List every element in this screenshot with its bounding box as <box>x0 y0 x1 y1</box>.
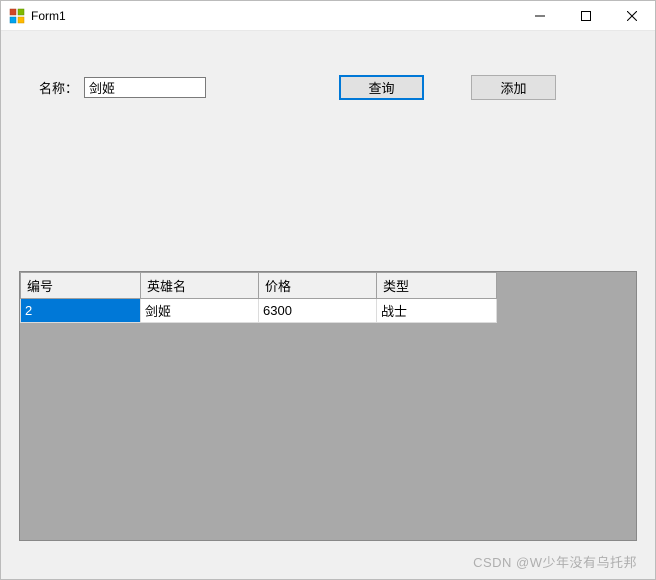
close-button[interactable] <box>609 1 655 31</box>
header-row: 编号 英雄名 价格 类型 <box>21 273 497 299</box>
table-row[interactable]: 2 剑姬 6300 战士 <box>21 299 497 323</box>
cell-price[interactable]: 6300 <box>259 299 377 323</box>
maximize-button[interactable] <box>563 1 609 31</box>
cell-name[interactable]: 剑姬 <box>141 299 259 323</box>
column-header-id[interactable]: 编号 <box>21 273 141 299</box>
add-button[interactable]: 添加 <box>471 75 556 100</box>
column-header-price[interactable]: 价格 <box>259 273 377 299</box>
name-input[interactable] <box>84 77 206 98</box>
window-title: Form1 <box>31 9 517 23</box>
data-grid[interactable]: 编号 英雄名 价格 类型 2 剑姬 6300 战士 <box>19 271 637 541</box>
minimize-button[interactable] <box>517 1 563 31</box>
cell-id[interactable]: 2 <box>21 299 141 323</box>
name-label: 名称： <box>39 78 78 97</box>
client-area: 名称： 查询 添加 编号 英雄名 价格 类型 2 剑姬 <box>1 31 655 579</box>
column-header-name[interactable]: 英雄名 <box>141 273 259 299</box>
watermark: CSDN @W少年没有乌托邦 <box>473 552 637 571</box>
window-frame: Form1 名称： 查询 添加 编号 英雄名 价格 <box>0 0 656 580</box>
query-button[interactable]: 查询 <box>339 75 424 100</box>
search-row: 名称： 查询 添加 <box>39 77 617 98</box>
titlebar: Form1 <box>1 1 655 31</box>
column-header-type[interactable]: 类型 <box>377 273 497 299</box>
app-icon <box>9 8 25 24</box>
cell-type[interactable]: 战士 <box>377 299 497 323</box>
